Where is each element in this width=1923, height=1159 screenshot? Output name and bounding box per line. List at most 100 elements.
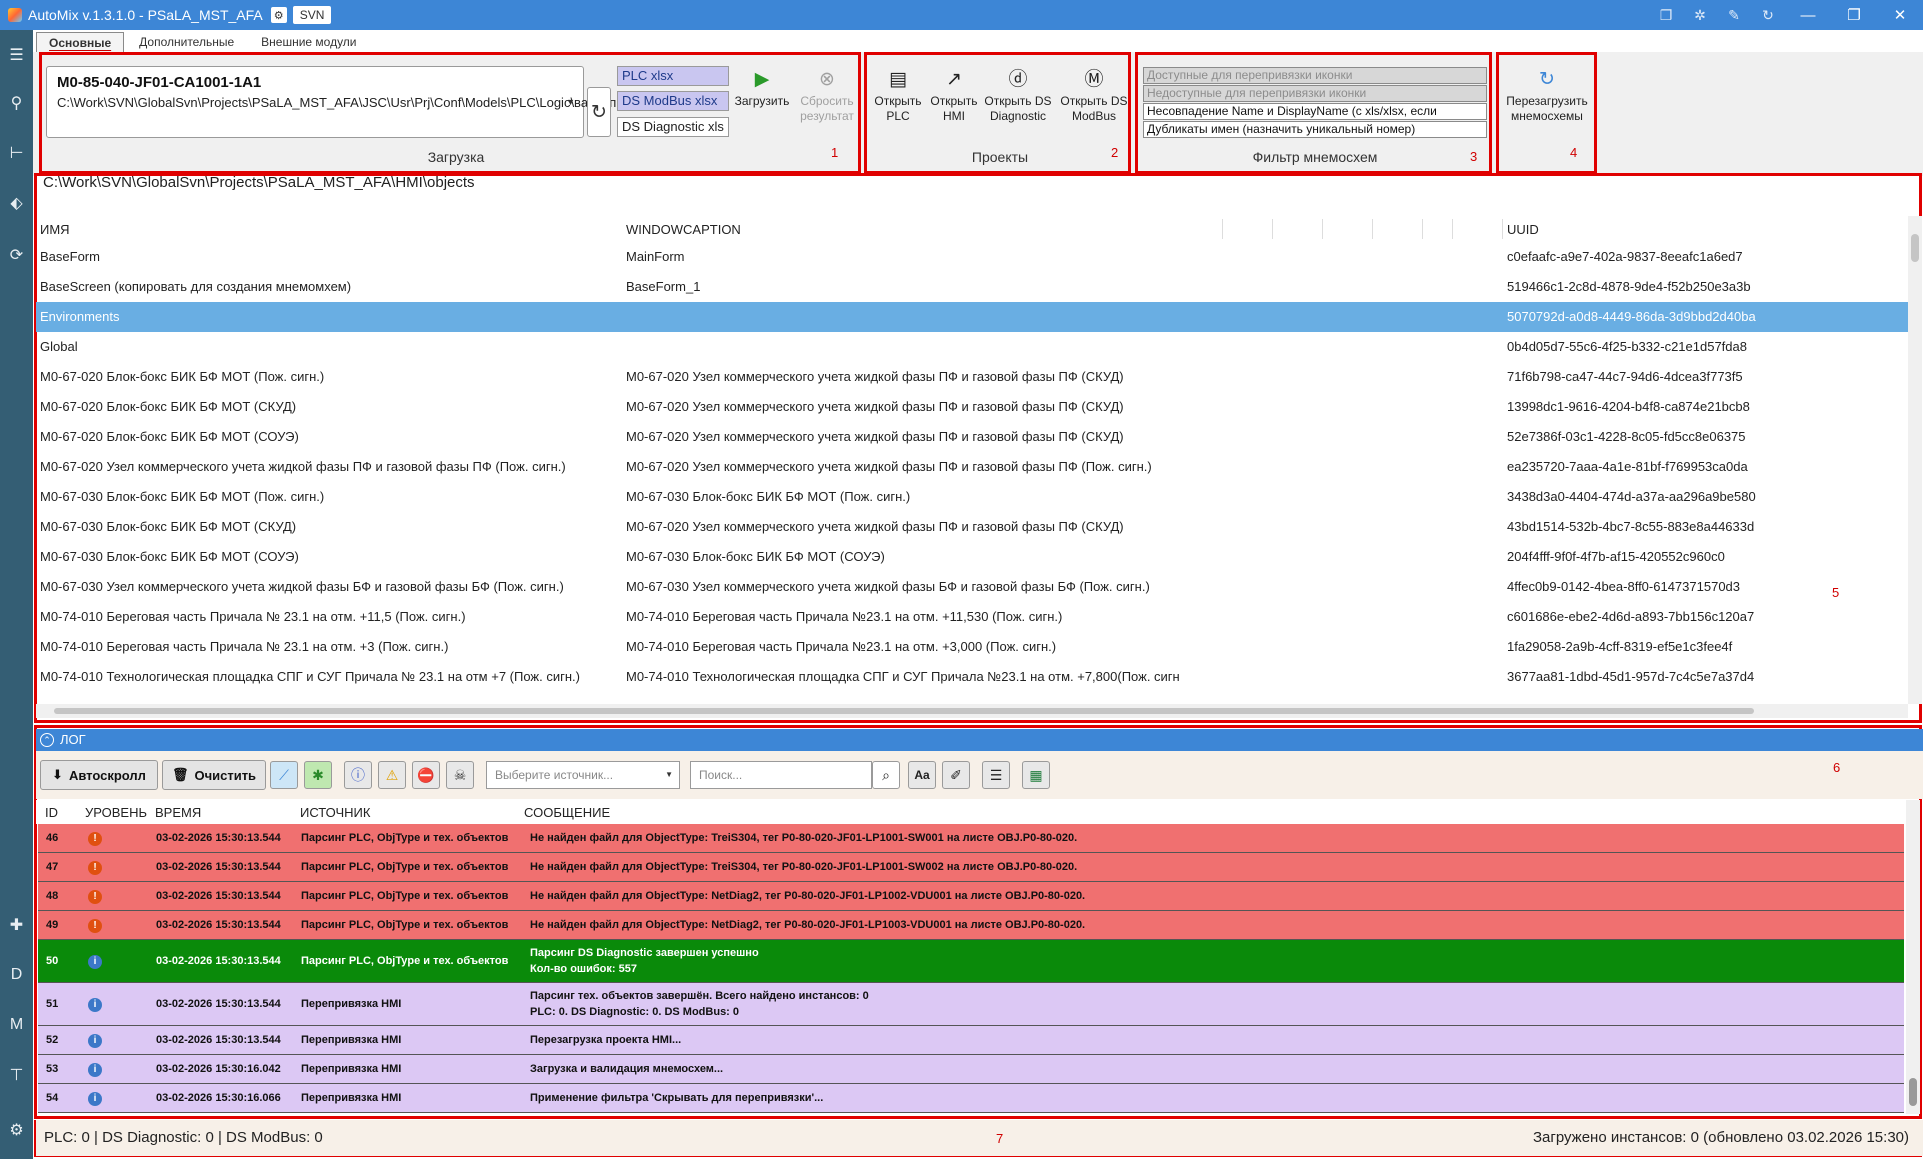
table-row[interactable]: M0-67-020 Блок-бокс БИК БФ МОТ (Пож. сиг… [36,362,1908,392]
row-uuid: 1fa29058-2a9b-4cff-8319-ef5e1c3fee4f [1507,639,1733,654]
debug-icon[interactable]: ✱ [304,761,332,789]
log-row[interactable]: 46 03-02-2026 15:30:13.544 Парсинг PLC, Ob… [38,824,1904,853]
filter-icon[interactable]: ⚲ [0,88,33,118]
load-button[interactable]: ▶ Загрузить [732,66,792,109]
table-row[interactable]: BaseScreen (копировать для создания мнем… [36,272,1908,302]
modbus-icon[interactable]: M [0,1010,33,1040]
search-filter-icon[interactable]: ⌕ [872,761,900,789]
link-filter-icon[interactable]: ⟋ [270,761,298,789]
menu-icon[interactable]: ☰ [0,40,33,70]
table-row[interactable]: Environments 5070792d-a0d8-4449-86da-3d9b… [36,302,1908,332]
settings-grid-icon[interactable]: ✲ [1689,4,1711,26]
log-id: 51 [46,998,59,1010]
maximize-button[interactable]: ❐ [1831,0,1877,30]
tree-icon[interactable]: ⊢ [0,138,33,168]
open-hmi-button[interactable]: ↗ Открыть HMI [926,66,982,124]
col-source[interactable]: ИСТОЧНИК [300,805,370,820]
fatal-icon[interactable]: ☠ [446,761,474,789]
status-counts: PLC: 0 | DS Diagnostic: 0 | DS ModBus: 0 [44,1129,323,1146]
col-id[interactable]: ID [45,805,58,820]
log-row[interactable]: 48 03-02-2026 15:30:13.544 Парсинг PLC, Ob… [38,882,1904,911]
projects-group-title: Проекты [971,149,1029,165]
log-row[interactable]: 53 03-02-2026 15:30:16.042 Перепривязка HM… [38,1055,1904,1084]
tab-main[interactable]: Основные [36,32,125,52]
table-row[interactable]: M0-67-020 Блок-бокс БИК БФ МОТ (СОУЭ) M0-… [36,422,1908,452]
scroll-thumb[interactable] [1911,234,1919,262]
tab-external-modules[interactable]: Внешние модули [249,32,368,52]
log-scrollbar[interactable] [1906,800,1920,1114]
filter-unavailable-icons[interactable]: Недоступные для перепривязки иконки [1143,85,1487,102]
log-row[interactable]: 54 03-02-2026 15:30:16.066 Перепривязка HM… [38,1084,1904,1113]
col-windowcaption[interactable]: WINDOWCAPTION [626,222,741,237]
log-header[interactable]: ⌃ ЛОГ [36,729,1923,751]
clear-button[interactable]: 🗑 Очистить [162,760,266,790]
table-row[interactable]: M0-67-030 Блок-бокс БИК БФ МОТ (Пож. сиг… [36,482,1908,512]
close-button[interactable]: ✕ [1877,0,1923,30]
table-row[interactable]: BaseForm MainForm c0efaafc-a9e7-402a-9837-… [36,242,1908,272]
log-search-input[interactable]: Поиск... [690,761,872,789]
ds-diagnostic-icon[interactable]: D [0,960,33,990]
warning-icon[interactable]: ⚠ [378,761,406,789]
broom-icon[interactable]: ✎ [1723,4,1745,26]
excel-export-icon[interactable]: ▦ [1022,761,1050,789]
table-row[interactable]: M0-74-010 Береговая часть Причала № 23.1… [36,632,1908,662]
col-time[interactable]: ВРЕМЯ [155,805,201,820]
log-row[interactable]: 47 03-02-2026 15:30:13.544 Парсинг PLC, Ob… [38,853,1904,882]
project-settings-icon[interactable]: ⚙ [270,7,287,23]
ds-diagnostic-xls-chip[interactable]: DS Diagnostic xls [617,117,729,137]
filter-name-mismatch[interactable]: Несовпадение Name и DisplayName (с xls/x… [1143,103,1487,133]
chevron-up-icon[interactable]: ⌃ [40,733,54,747]
table-row[interactable]: Global 0b4d05d7-55c6-4f25-b332-c21e1d57fd… [36,332,1908,362]
col-level[interactable]: УРОВЕНЬ [85,805,147,820]
table-row[interactable]: M0-67-020 Блок-бокс БИК БФ МОТ (СКУД) M0-… [36,392,1908,422]
settings-icon[interactable]: ⚙ [0,1115,33,1145]
filter-available-icons[interactable]: Доступные для перепривязки иконки [1143,67,1487,84]
col-name[interactable]: ИМЯ [40,222,70,237]
reload-icon[interactable]: ↻ [1757,4,1779,26]
open-ds-modbus-button[interactable]: Ⓜ Открыть DS ModBus [1059,66,1129,124]
log-row[interactable]: 51 03-02-2026 15:30:13.544 Перепривязка HM… [38,983,1904,1026]
error-icon[interactable]: ⛔ [412,761,440,789]
ds-modbus-xlsx-chip[interactable]: DS ModBus xlsx [617,91,729,111]
tab-additional[interactable]: Дополнительные [127,32,246,52]
col-message[interactable]: СООБЩЕНИЕ [524,805,610,820]
autoscroll-button[interactable]: ⬇ Автоскролл [40,760,158,790]
tag-icon[interactable]: ⬖ [0,188,33,218]
log-row[interactable]: 52 03-02-2026 15:30:13.544 Перепривязка HM… [38,1026,1904,1055]
brush-icon[interactable]: ✐ [942,761,970,789]
annotation-3: 3 [1470,149,1478,164]
model-path-combo[interactable]: M0-85-040-JF01-CA1001-1A1 C:\Work\SVN\Gl… [46,66,642,138]
plc-xlsx-chip[interactable]: PLC xlsx [617,66,729,86]
table-row[interactable]: M0-74-010 Технологическая площадка СПГ и… [36,662,1908,692]
reload-mnemoschemes-button[interactable]: ↻ Перезагрузить мнемосхемы [1500,66,1594,124]
hierarchy-icon[interactable]: ⊤ [0,1060,33,1090]
copy-icon[interactable]: ❐ [1655,4,1677,26]
chevron-down-icon[interactable]: ▼ [566,97,575,107]
horizontal-scrollbar[interactable] [36,704,1908,718]
open-plc-button[interactable]: ▤ Открыть PLC [870,66,926,124]
row-name: M0-67-030 Узел коммерческого учета жидко… [40,579,564,594]
info-icon[interactable]: ⓘ [344,761,372,789]
reset-result-button[interactable]: ⊗ Сбросить результат [797,66,857,124]
source-select[interactable]: Выберите источник... ▼ [486,761,680,789]
table-row[interactable]: M0-74-010 Береговая часть Причала № 23.1… [36,602,1908,632]
scroll-thumb[interactable] [54,708,1754,714]
open-ds-diagnostic-button[interactable]: ⓓ Открыть DS Diagnostic [984,66,1052,124]
filter-duplicate-names[interactable]: Дубликаты имен (назначить уникальный ном… [1143,121,1487,138]
log-row[interactable]: 49 03-02-2026 15:30:13.544 Парсинг PLC, Ob… [38,911,1904,940]
log-row[interactable]: 50 03-02-2026 15:30:13.544 Парсинг PLC, Ob… [38,940,1904,983]
match-case-button[interactable]: Aa [908,761,936,789]
refresh-button[interactable]: ↻ [587,87,611,137]
svn-badge[interactable]: SVN [292,6,332,24]
col-uuid[interactable]: UUID [1507,222,1539,237]
table-row[interactable]: M0-67-020 Узел коммерческого учета жидко… [36,452,1908,482]
vertical-scrollbar[interactable] [1908,216,1922,704]
wrap-lines-icon[interactable]: ☰ [982,761,1010,789]
table-row[interactable]: M0-67-030 Блок-бокс БИК БФ МОТ (СОУЭ) M0-… [36,542,1908,572]
table-row[interactable]: M0-67-030 Узел коммерческого учета жидко… [36,572,1908,602]
minimize-button[interactable]: — [1785,0,1831,30]
plugin-icon[interactable]: ✚ [0,910,33,940]
scroll-thumb[interactable] [1909,1078,1917,1106]
table-row[interactable]: M0-67-030 Блок-бокс БИК БФ МОТ (СКУД) M0-… [36,512,1908,542]
sync-icon[interactable]: ⟳ [0,240,33,270]
